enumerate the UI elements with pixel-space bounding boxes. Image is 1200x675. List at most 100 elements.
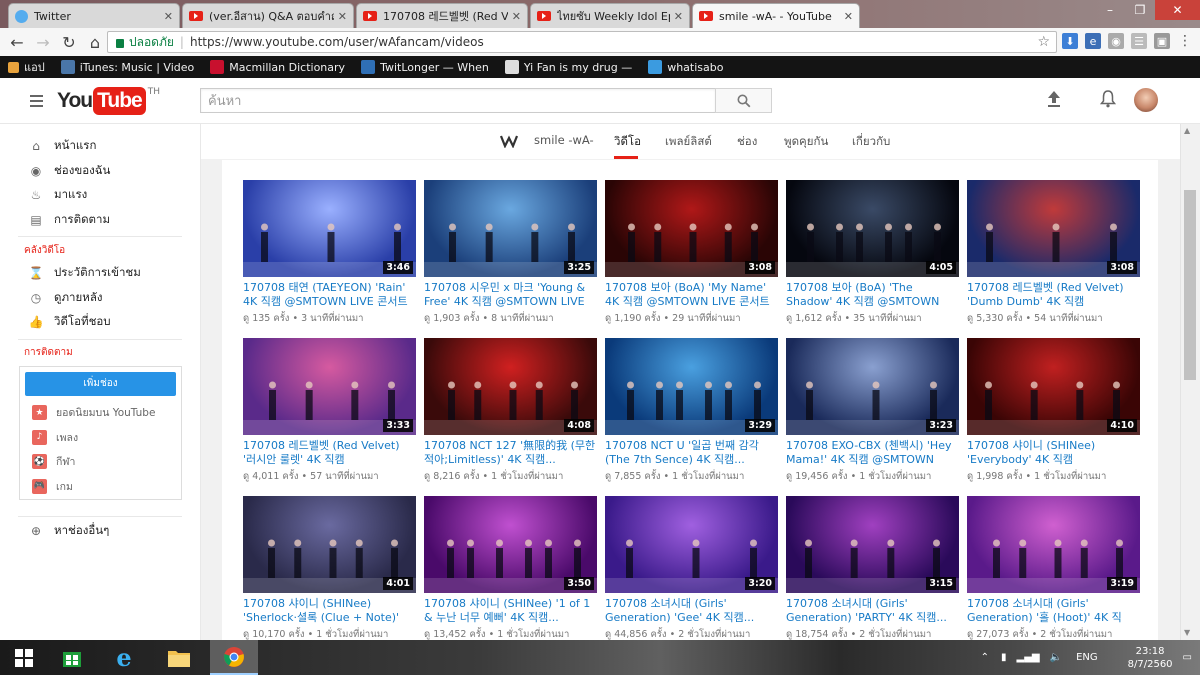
video-item[interactable]: 3:33 170708 레드벨벳 (Red Velvet) '러시안 룰렛' 4K… xyxy=(243,338,416,484)
bookmark-twitlonger[interactable]: TwitLonger — When xyxy=(361,60,489,74)
video-item[interactable]: 3:29 170708 NCT U '일곱 번째 감각 (The 7th Senc… xyxy=(605,338,778,484)
video-thumbnail[interactable]: 3:20 xyxy=(605,496,778,593)
browser-tab-redvelvet[interactable]: 170708 레드벨벳 (Red V ✕ xyxy=(356,3,528,28)
guide-item-browse-channels[interactable]: ⊕ หาช่องอื่นๆ xyxy=(0,519,200,544)
video-thumbnail[interactable]: 3:25 xyxy=(424,180,597,277)
video-item[interactable]: 3:19 170708 소녀시대 (Girls' Generation) '홀 (… xyxy=(967,496,1140,642)
video-thumbnail[interactable]: 3:08 xyxy=(967,180,1140,277)
scrollbar-thumb[interactable] xyxy=(1184,190,1196,380)
browser-tab-twitter[interactable]: Twitter ✕ xyxy=(8,3,180,28)
video-title[interactable]: 170708 태연 (TAEYEON) 'Rain' 4K 직캠 @SMTOWN… xyxy=(243,281,416,309)
menu-icon[interactable]: ⋮ xyxy=(1177,33,1193,49)
video-title[interactable]: 170708 보아 (BoA) 'My Name' 4K 직캠 @SMTOWN … xyxy=(605,281,778,309)
guide-menu-icon[interactable] xyxy=(30,95,43,110)
language-indicator[interactable]: ENG xyxy=(1076,652,1098,663)
scroll-up-arrow-icon[interactable]: ▲ xyxy=(1184,126,1190,135)
file-explorer-button[interactable] xyxy=(155,640,203,675)
video-item[interactable]: 4:05 170708 보아 (BoA) 'The Shadow' 4K 직캠 @… xyxy=(786,180,959,326)
start-button[interactable] xyxy=(0,640,48,675)
video-thumbnail[interactable]: 4:10 xyxy=(967,338,1140,435)
guide-item-subscriptions[interactable]: ▤ การติดตาม xyxy=(0,208,200,233)
video-thumbnail[interactable]: 3:15 xyxy=(786,496,959,593)
battery-icon[interactable]: ▮ xyxy=(1001,652,1007,663)
close-tab-icon[interactable]: ✕ xyxy=(164,10,173,23)
tab-discussion[interactable]: พูดคุยกัน xyxy=(784,133,828,151)
video-thumbnail[interactable]: 3:29 xyxy=(605,338,778,435)
tab-channels[interactable]: ช่อง xyxy=(737,133,757,151)
tab-about[interactable]: เกี่ยวกับ xyxy=(852,133,890,151)
video-title[interactable]: 170708 보아 (BoA) 'The Shadow' 4K 직캠 @SMTO… xyxy=(786,281,959,309)
notifications-bell-icon[interactable] xyxy=(1099,90,1117,111)
video-item[interactable]: 4:10 170708 샤이니 (SHINee) 'Everybody' 4K 직… xyxy=(967,338,1140,484)
scroll-down-arrow-icon[interactable]: ▼ xyxy=(1184,628,1190,637)
guide-item-home[interactable]: ⌂ หน้าแรก xyxy=(0,134,200,159)
show-hidden-icons-icon[interactable]: ⌃ xyxy=(981,652,989,663)
maximize-icon[interactable]: ❐ xyxy=(1125,0,1155,20)
extension-icon[interactable]: ▣ xyxy=(1154,33,1170,49)
close-tab-icon[interactable]: ✕ xyxy=(512,10,521,23)
video-title[interactable]: 170708 소녀시대 (Girls' Generation) 'Gee' 4K… xyxy=(605,597,778,625)
guide-item-history[interactable]: ⌛ ประวัติการเข้าชม xyxy=(0,261,200,286)
video-thumbnail[interactable]: 3:46 xyxy=(243,180,416,277)
video-item[interactable]: 3:20 170708 소녀시대 (Girls' Generation) 'Gee… xyxy=(605,496,778,642)
video-title[interactable]: 170708 레드벨벳 (Red Velvet) 'Dumb Dumb' 4K … xyxy=(967,281,1140,309)
guide-item-watch-later[interactable]: ◷ ดูภายหลัง xyxy=(0,286,200,311)
video-item[interactable]: 3:08 170708 보아 (BoA) 'My Name' 4K 직캠 @SMT… xyxy=(605,180,778,326)
sub-item-gaming[interactable]: 🎮 เกม xyxy=(20,474,181,499)
search-button[interactable] xyxy=(715,88,772,113)
volume-icon[interactable]: 🔈 xyxy=(1050,652,1062,663)
add-channel-button[interactable]: เพิ่มช่อง xyxy=(25,371,176,396)
sub-item-music[interactable]: ♪ เพลง xyxy=(20,425,181,450)
tab-videos[interactable]: วิดีโอ xyxy=(614,133,641,151)
video-thumbnail[interactable]: 3:50 xyxy=(424,496,597,593)
video-title[interactable]: 170708 샤이니 (SHINee) 'Everybody' 4K 직캠 @S… xyxy=(967,439,1140,467)
upload-icon[interactable] xyxy=(1046,90,1062,111)
video-item[interactable]: 3:46 170708 태연 (TAEYEON) 'Rain' 4K 직캠 @SM… xyxy=(243,180,416,326)
video-item[interactable]: 3:50 170708 샤이니 (SHINee) '1 of 1 & 누난 너무 … xyxy=(424,496,597,642)
bookmark-whatisabo[interactable]: whatisabo xyxy=(648,60,723,74)
bookmark-star-icon[interactable]: ☆ xyxy=(1037,34,1050,50)
bookmark-itunes[interactable]: iTunes: Music | Video xyxy=(60,60,194,74)
extension-icon[interactable]: ☰ xyxy=(1131,33,1147,49)
video-thumbnail[interactable]: 3:08 xyxy=(605,180,778,277)
close-tab-icon[interactable]: ✕ xyxy=(674,10,683,23)
video-thumbnail[interactable]: 4:08 xyxy=(424,338,597,435)
video-thumbnail[interactable]: 4:01 xyxy=(243,496,416,593)
notifications-icon[interactable]: ▭ xyxy=(1183,652,1192,663)
close-tab-icon[interactable]: ✕ xyxy=(338,10,347,23)
video-item[interactable]: 4:01 170708 샤이니 (SHINee) 'Sherlock·셜록 (Cl… xyxy=(243,496,416,642)
video-thumbnail[interactable]: 3:23 xyxy=(786,338,959,435)
sub-item-popular[interactable]: ★ ยอดนิยมบน YouTube xyxy=(20,401,181,426)
video-thumbnail[interactable]: 3:33 xyxy=(243,338,416,435)
store-button[interactable] xyxy=(48,640,96,675)
video-title[interactable]: 170708 EXO-CBX (첸백시) 'Hey Mama!' 4K 직캠 @… xyxy=(786,439,959,467)
tab-playlists[interactable]: เพลย์ลิสต์ xyxy=(665,133,712,151)
video-title[interactable]: 170708 NCT 127 '無限的我 (무한적아;Limitless)' 4… xyxy=(424,439,597,467)
video-item[interactable]: 3:15 170708 소녀시대 (Girls' Generation) 'PAR… xyxy=(786,496,959,642)
video-title[interactable]: 170708 NCT U '일곱 번째 감각 (The 7th Sence) 4… xyxy=(605,439,778,467)
extension-icon[interactable]: ◉ xyxy=(1108,33,1124,49)
avatar[interactable] xyxy=(1134,88,1158,112)
bookmark-macmillan[interactable]: Macmillan Dictionary xyxy=(210,60,345,74)
browser-tab-qa[interactable]: (ver.อีสาน) Q&A ตอบคำถา ✕ xyxy=(182,3,354,28)
bookmark-apps[interactable]: แอป xyxy=(8,58,45,76)
video-item[interactable]: 3:08 170708 레드벨벳 (Red Velvet) 'Dumb Dumb'… xyxy=(967,180,1140,326)
video-thumbnail[interactable]: 4:05 xyxy=(786,180,959,277)
guide-item-my-channel[interactable]: ◉ ช่องของฉัน xyxy=(0,159,200,184)
video-thumbnail[interactable]: 3:19 xyxy=(967,496,1140,593)
video-title[interactable]: 170708 레드벨벳 (Red Velvet) '러시안 룰렛' 4K 직캠 … xyxy=(243,439,416,467)
minimize-icon[interactable]: – xyxy=(1095,0,1125,20)
video-title[interactable]: 170708 샤이니 (SHINee) 'Sherlock·셜록 (Clue +… xyxy=(243,597,416,625)
home-page-icon[interactable]: ⌂ xyxy=(82,29,108,55)
video-title[interactable]: 170708 시우민 x 마크 'Young & Free' 4K 직캠 @SM… xyxy=(424,281,597,309)
video-title[interactable]: 170708 소녀시대 (Girls' Generation) 'PARTY' … xyxy=(786,597,959,625)
reload-icon[interactable]: ↻ xyxy=(56,29,82,55)
search-input[interactable]: ค้นหา xyxy=(200,88,715,113)
e-extension-icon[interactable]: e xyxy=(1085,33,1101,49)
video-item[interactable]: 3:23 170708 EXO-CBX (첸백시) 'Hey Mama!' 4K … xyxy=(786,338,959,484)
youtube-logo[interactable]: You Tube TH xyxy=(57,87,160,115)
sub-item-sports[interactable]: ⚽ กีฬา xyxy=(20,450,181,475)
browser-tab-active[interactable]: smile -wA- - YouTube ✕ xyxy=(692,3,860,28)
video-title[interactable]: 170708 소녀시대 (Girls' Generation) '홀 (Hoot… xyxy=(967,597,1140,625)
close-tab-icon[interactable]: ✕ xyxy=(844,10,853,23)
